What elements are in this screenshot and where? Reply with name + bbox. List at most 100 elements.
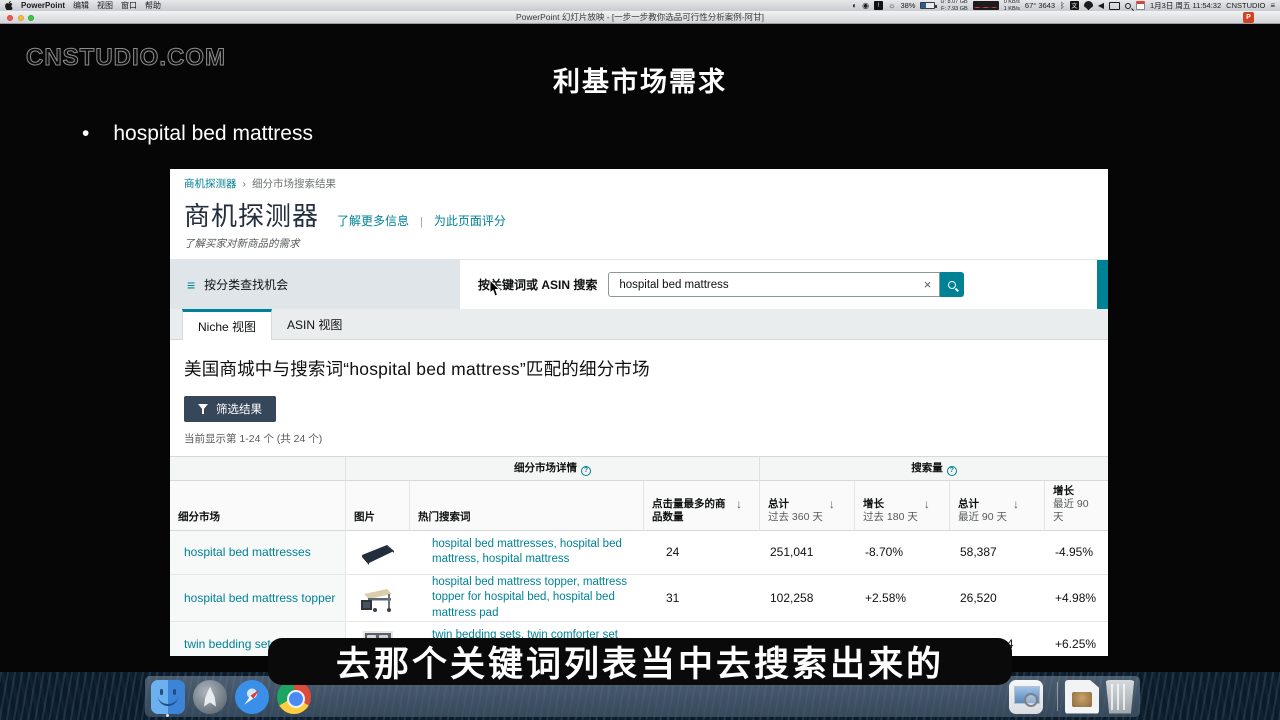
breadcrumb-root-link[interactable]: 商机探测器 <box>184 176 237 191</box>
menu-bar-status-area: ◐ ◉ ! ☼ 38% U: 8.07 GB F: 7.93 GB 0 KB/s… <box>852 0 1275 12</box>
info-icon[interactable]: ? <box>581 466 591 476</box>
niches-table: 细分市场详情? 搜索量? 细分市场 图片 热门搜索词 点击量最多的商品数量 ↓ … <box>170 456 1108 656</box>
wifi-icon[interactable] <box>1084 1 1093 10</box>
finder-dock-icon[interactable] <box>151 680 185 714</box>
total-360-value: 251,041 <box>760 545 855 559</box>
ram-monitor[interactable]: U: 8.07 GB F: 7.93 GB <box>940 0 967 12</box>
niche-link[interactable]: hospital bed mattress topper <box>170 575 346 622</box>
view-tabs: Niche 视图 ASIN 视图 <box>170 309 1108 340</box>
input-source-icon[interactable]: 文 <box>1070 1 1079 10</box>
dock-divider <box>1057 682 1058 711</box>
battery-percent: 38% <box>900 1 915 10</box>
clear-search-icon[interactable]: × <box>924 278 932 291</box>
col-top-search-terms: 热门搜索词 <box>410 481 644 531</box>
group-header-empty <box>170 457 346 481</box>
browse-categories-button[interactable]: ≡ 按分类查找机会 <box>170 260 460 309</box>
filter-results-button[interactable]: 筛选结果 <box>184 396 276 422</box>
bluetooth-icon[interactable]: ᛒ <box>1060 2 1065 10</box>
funnel-icon <box>198 404 208 414</box>
browse-categories-label: 按分类查找机会 <box>204 276 288 293</box>
cpu-graph-icon[interactable] <box>973 1 999 10</box>
growth-180-value: -8.70% <box>855 545 950 559</box>
products-clicked-value: 31 <box>644 591 760 605</box>
search-icon <box>948 281 956 289</box>
growth-180-value: +2.58% <box>855 591 950 605</box>
apple-logo-icon[interactable] <box>5 1 13 10</box>
breadcrumb-current: 细分市场搜索结果 <box>252 176 336 191</box>
product-thumbnail <box>346 535 410 569</box>
menu-window[interactable]: 窗口 <box>121 0 137 11</box>
info-icon[interactable]: ? <box>947 466 957 476</box>
battery-icon[interactable] <box>920 2 935 9</box>
col-image: 图片 <box>346 481 410 531</box>
preview-dock-icon[interactable] <box>1009 680 1043 714</box>
airplay-display-icon[interactable] <box>1109 2 1120 10</box>
sort-down-icon[interactable]: ↓ <box>736 497 742 511</box>
sort-down-icon[interactable]: ↓ <box>829 497 835 511</box>
growth-90-value: +4.98% <box>1045 591 1108 605</box>
group-header-details: 细分市场详情? <box>346 457 760 481</box>
top-search-terms-link[interactable]: hospital bed mattress topper, mattress t… <box>410 575 644 622</box>
results-heading: 美国商城中与搜索词“hospital bed mattress”匹配的细分市场 <box>170 340 1108 381</box>
col-products-clicked: 点击量最多的商品数量 ↓ <box>644 481 760 531</box>
group-header-search-volume: 搜索量? <box>760 457 1108 481</box>
spotlight-search-icon[interactable] <box>1125 3 1131 9</box>
macos-menu-bar: PowerPoint 编辑 视图 窗口 帮助 ◐ ◉ ! ☼ 38% U: 8.… <box>0 0 1280 11</box>
document-stack-dock-icon[interactable] <box>1065 680 1099 714</box>
menu-app-name[interactable]: PowerPoint <box>21 1 65 10</box>
eye-icon[interactable]: ◉ <box>862 2 869 10</box>
network-speed-monitor[interactable]: 0 KB/s 1 KB/s <box>1004 0 1020 12</box>
presentation-slide: CNSTUDIO.COM 利基市场需求 • hospital bed mattr… <box>0 24 1280 672</box>
niche-link[interactable]: hospital bed mattresses <box>170 531 346 574</box>
menu-help[interactable]: 帮助 <box>145 0 161 11</box>
hamburger-icon: ≡ <box>187 278 195 292</box>
col-growth-90: 增长最近 90 天 <box>1045 481 1108 531</box>
calendar-icon[interactable] <box>1136 1 1145 10</box>
search-input-box[interactable]: × <box>608 272 940 297</box>
col-growth-180: 增长过去 180 天 ↓ <box>855 481 950 531</box>
products-clicked-value: 24 <box>644 545 760 559</box>
table-row: hospital bed mattress topper hospital be… <box>170 575 1108 623</box>
menu-edit[interactable]: 编辑 <box>73 0 89 11</box>
launchpad-dock-icon[interactable] <box>193 680 227 714</box>
menu-view[interactable]: 视图 <box>97 0 113 11</box>
tab-asin-view[interactable]: ASIN 视图 <box>272 309 357 339</box>
table-column-header-row: 细分市场 图片 热门搜索词 点击量最多的商品数量 ↓ 总计过去 360 天 ↓ … <box>170 481 1108 531</box>
menu-bar-clock[interactable]: 1月3日 周五 11:54:32 <box>1150 0 1221 11</box>
volume-icon[interactable]: ◀ <box>1098 2 1104 10</box>
rate-page-link[interactable]: 为此页面评分 <box>434 212 506 229</box>
learn-more-link[interactable]: 了解更多信息 <box>337 212 409 229</box>
opportunity-explorer-screenshot: 商机探测器 › 细分市场搜索结果 商机探测器 了解更多信息 | 为此页面评分 了… <box>170 169 1108 656</box>
breadcrumb-separator: › <box>243 178 247 190</box>
table-group-header-row: 细分市场详情? 搜索量? <box>170 457 1108 481</box>
total-90-value: 26,520 <box>950 591 1045 605</box>
window-title: PowerPoint 幻灯片放映 - [一步一步教你选品可行性分析案例-阿甘] <box>0 11 1280 24</box>
product-thumbnail <box>346 580 410 616</box>
network-globe-icon[interactable]: ◐ <box>852 2 857 10</box>
table-row: hospital bed mattresses hospital bed mat… <box>170 531 1108 575</box>
video-subtitle-overlay: 去那个关键词列表当中去搜索出来的 <box>268 638 1012 685</box>
flux-sun-icon[interactable]: ☼ <box>888 2 895 10</box>
breadcrumb: 商机探测器 › 细分市场搜索结果 <box>170 169 1108 193</box>
powerpoint-doc-icon: P <box>1243 12 1254 23</box>
temp-fan-readout[interactable]: 67° 3643 <box>1025 1 1055 10</box>
notification-list-icon[interactable]: ≡ <box>1270 2 1275 10</box>
top-search-terms-link[interactable]: hospital bed mattresses, hospital bed ma… <box>410 537 644 568</box>
sort-down-icon[interactable]: ↓ <box>1013 497 1019 511</box>
running-indicator <box>166 714 169 717</box>
search-button[interactable] <box>940 272 964 297</box>
page-title: 商机探测器 <box>184 196 319 233</box>
tab-niche-view[interactable]: Niche 视图 <box>182 309 272 340</box>
trash-dock-icon[interactable] <box>1103 680 1137 714</box>
slide-title: 利基市场需求 <box>0 60 1280 99</box>
search-input[interactable] <box>617 278 917 292</box>
window-title-bar: PowerPoint 幻灯片放映 - [一步一步教你选品可行性分析案例-阿甘] … <box>0 11 1280 24</box>
col-total-360: 总计过去 360 天 ↓ <box>760 481 855 531</box>
mouse-cursor <box>489 280 501 302</box>
alert-icon[interactable]: ! <box>874 1 883 10</box>
bullet-dot: • <box>82 122 89 146</box>
search-row: ≡ 按分类查找机会 按关键词或 ASIN 搜索 × <box>170 260 1108 309</box>
safari-dock-icon[interactable] <box>235 680 269 714</box>
sort-down-icon[interactable]: ↓ <box>924 497 930 511</box>
menu-bar-username[interactable]: CNSTUDIO <box>1226 1 1265 10</box>
